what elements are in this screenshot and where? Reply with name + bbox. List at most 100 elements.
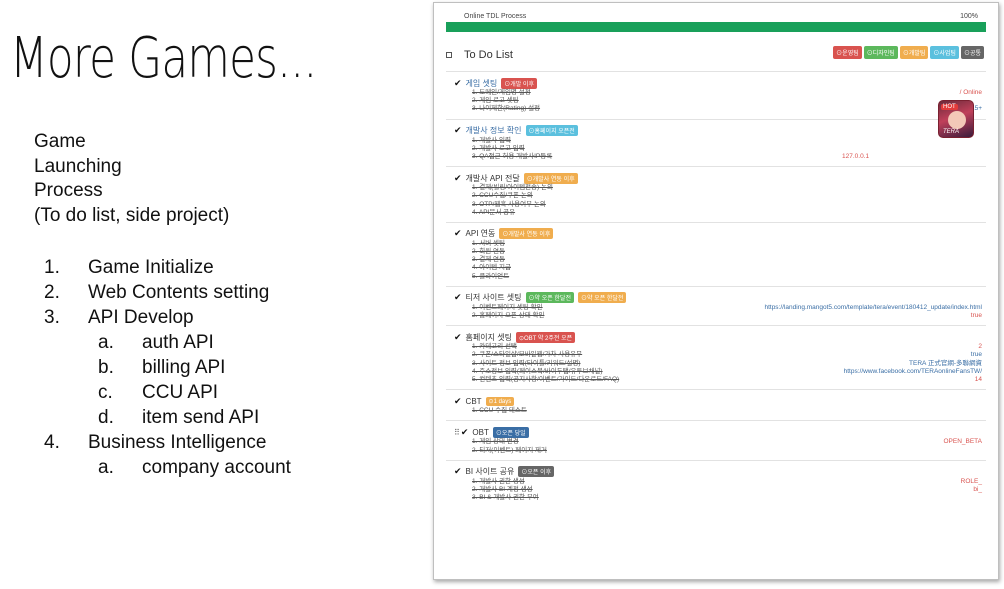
hot-badge: HOT xyxy=(941,104,958,110)
item-text: 1. 개발사 입력 xyxy=(472,136,511,144)
card-title: API 연동 xyxy=(465,229,496,239)
item-text: 2. 개발사 로고 입력 xyxy=(472,144,525,152)
todo-card: ✔ 홈페이지 셋팅 ⊙OBT 약 2주전 오픈 1. 카테고리 선택 2 2. 쿠폰/스타… xyxy=(446,325,986,389)
list-item: 4. 아이템 지급 xyxy=(472,264,978,272)
item-value: 127.0.0.1 xyxy=(842,152,870,160)
item-value: true xyxy=(970,351,982,359)
outline-number: 4. xyxy=(44,432,60,453)
outline-subnumber: d. xyxy=(98,407,114,428)
item-value: https://www.facebook.com/TERAonlineFansT… xyxy=(843,367,982,375)
card-items: 1. 게임 상태 변경 OPEN_BETA 2. 티저(이벤트) 페이지 제거 xyxy=(454,438,982,455)
card-items: 1. 개발사 권한 생성 ROLE_ 2. 개발사 BI 계정 생성 bi_ 3. BI… xyxy=(454,477,982,503)
legend-badge[interactable]: ⊙개발팀 xyxy=(899,46,929,59)
todo-card-list: ✔ 게임 셋팅 ⊙개발 이후 1. 도메인/게임명 설정 / Online 2. 게임 로… xyxy=(446,71,986,507)
legend-badge[interactable]: ⊙공통 xyxy=(960,46,984,59)
outline-subnumber: c. xyxy=(98,382,113,403)
card-tag: ⊙약 오픈 한달전 xyxy=(577,292,627,304)
item-value: TERA 正式官網-多聯網資 xyxy=(909,359,982,367)
outline-item: 4. Business Intelligence xyxy=(34,430,291,455)
todo-card: ✔ 개발사 API 전달 ⊙개발사 연동 이후 1. 결제(빌링/아이템전송) 논의 2… xyxy=(446,166,986,222)
card-title: 개발사 API 전달 xyxy=(465,173,520,183)
card-header: ✔ 게임 셋팅 ⊙개발 이후 xyxy=(454,77,978,89)
list-item: 5. 클라이언트 xyxy=(472,273,978,281)
outline-subtext: CCU API xyxy=(142,382,219,403)
outline-subitem: b. billing API xyxy=(34,355,291,380)
card-items: 1. CCU 수집 테스트 xyxy=(454,407,978,415)
list-item: 2. 회원 연동 xyxy=(472,248,978,256)
game-icon: HOT TERA xyxy=(938,100,974,138)
intro-line: Game xyxy=(34,131,86,152)
card-items: 1. 결제(빌링/아이템전송) 논의 2. CCU수집/쿠폰 논의 3. OTP/웹… xyxy=(454,184,978,217)
card-title: 티저 사이트 셋팅 xyxy=(465,293,522,303)
legend-badge[interactable]: ⊙운영팀 xyxy=(833,46,862,59)
outline-subtext: company account xyxy=(142,457,291,478)
outline-subnumber: a. xyxy=(98,332,114,353)
checkmark-icon[interactable]: ✔ xyxy=(454,173,462,184)
todo-card: ✔ 개발사 정보 확인 ⊙홈페이지 오픈전 1. 개발사 입력 2. 개발사 로고 입력… xyxy=(446,118,986,167)
item-text: 3. BI & 개발사 권한 부여 xyxy=(472,494,539,502)
card-header: ✔ BI 사이트 공유 ⊙오픈 이후 xyxy=(454,466,978,478)
item-text: 5. 클라이언트 xyxy=(472,272,510,280)
card-tag: ⊙1 days xyxy=(485,396,515,406)
item-text: 2. 쿠폰/스타일샵/모바일웹/가차 사용유무 xyxy=(472,351,583,359)
list-item: 4. 주소정보 입력(페이스북/바이두탭/유투브채널) https://www.f… xyxy=(472,368,982,376)
card-header: ✔ API 연동 ⊙개발사 연동 이후 xyxy=(454,228,978,240)
slide-title: More Games... xyxy=(10,26,317,91)
list-item: 2. 홈페이지 오픈 상태 확인 true xyxy=(472,312,982,320)
checkmark-icon[interactable]: ✔ xyxy=(454,396,462,407)
item-text: 2. 티저(이벤트) 페이지 제거 xyxy=(472,446,547,454)
intro-line: Launching xyxy=(34,155,122,177)
item-text: 2. 개발사 BI 계정 생성 xyxy=(472,485,533,493)
intro-line: Process xyxy=(34,180,103,201)
item-text: 1. 개발사 권한 생성 xyxy=(472,477,525,485)
item-text: 1. 도메인/게임명 설정 xyxy=(472,89,531,96)
outline-subitem: a. company account xyxy=(34,455,291,480)
todo-card: ✔ API 연동 ⊙개발사 연동 이후 1. 서버 셋팅 2. 회원 연동 3. 결제 연… xyxy=(446,221,986,286)
list-item: 4. API문서 공유 xyxy=(472,209,978,217)
todo-app-screenshot: Online TDL Process 100% To Do List ⊙운영팀 ⊙… xyxy=(433,2,999,580)
list-item: 1. 결제(빌링/아이템전송) 논의 xyxy=(472,184,978,192)
item-value: 14 xyxy=(974,375,982,383)
list-item: 2. CCU수집/쿠폰 논의 xyxy=(472,192,978,200)
todo-card: ⠿ ✔ OBT ⊙오픈 당일 1. 게임 상태 변경 OPEN_BETA 2. 티저(이벤트… xyxy=(446,420,986,459)
checkbox-icon[interactable] xyxy=(446,52,452,58)
checkmark-icon[interactable]: ✔ xyxy=(454,228,462,239)
legend-badge[interactable]: ⊙디자인팀 xyxy=(863,46,898,59)
item-text: 3. OTP/웹훅 사용여부 논의 xyxy=(472,200,546,208)
list-item: 1. 서버 셋팅 xyxy=(472,240,978,248)
card-tag: ⊙홈페이지 오픈전 xyxy=(525,125,578,137)
card-title: OBT xyxy=(472,427,489,437)
checkmark-icon[interactable]: ✔ xyxy=(461,427,469,438)
checkmark-icon[interactable]: ✔ xyxy=(454,292,462,303)
list-item: 1. 이벤트페이지 셋팅 확인 https://landing.mangot5.c… xyxy=(472,304,982,312)
card-tag: ⊙약 오픈 한달전 xyxy=(525,292,574,304)
item-text: 2. 홈페이지 오픈 상태 확인 xyxy=(472,312,545,319)
list-item: 3. 사이트 정보 입력(타이틀/키워드/설명) TERA 正式官網-多聯網資 xyxy=(472,360,982,368)
item-text: 3. QA접근 허용 개발사IP등록 xyxy=(472,152,553,160)
outline-item: 1. Game Initialize xyxy=(34,255,291,280)
checkmark-icon[interactable]: ✔ xyxy=(454,466,462,477)
card-items: 1. 이벤트페이지 셋팅 확인 https://landing.mangot5.c… xyxy=(454,304,982,320)
list-item: 1. 개발사 입력 xyxy=(472,137,978,145)
item-text: 1. 결제(빌링/아이템전송) 논의 xyxy=(472,184,553,192)
legend-badge[interactable]: ⊙사업팀 xyxy=(930,46,959,59)
outline-number: 1. xyxy=(44,257,60,278)
slide-intro: Game Launching Process (To do list, side pr… xyxy=(34,130,229,228)
progress-fill xyxy=(446,22,986,32)
game-icon-label: TERA xyxy=(943,129,960,135)
list-item: 3. BI & 개발사 권한 부여 xyxy=(472,494,978,502)
checkmark-icon[interactable]: ✔ xyxy=(454,125,462,136)
checkmark-icon[interactable]: ✔ xyxy=(454,332,462,343)
checkmark-icon[interactable]: ✔ xyxy=(454,78,462,89)
card-items: 1. 도메인/게임명 설정 / Online 2. 게임 로고 셋팅 3. 나이제한(… xyxy=(454,89,982,114)
list-item: 2. 티저(이벤트) 페이지 제거 xyxy=(472,447,978,455)
todo-card: ✔ CBT ⊙1 days 1. CCU 수집 테스트 xyxy=(446,389,986,420)
progress-label: Online TDL Process xyxy=(464,13,527,20)
item-text: 1. 카테고리 선택 xyxy=(472,343,517,351)
list-item: 1. 개발사 권한 생성 ROLE_ xyxy=(472,477,982,486)
list-item: 2. 개발사 로고 입력 xyxy=(472,145,978,153)
list-item: 5. 컨텐츠 입력(공지사항/이벤트/가이드/다운로드/FAQ) 14 xyxy=(472,376,982,384)
drag-handle-icon[interactable]: ⠿ xyxy=(454,428,460,437)
list-item: 2. 게임 로고 셋팅 xyxy=(472,97,978,105)
outline-text: Game Initialize xyxy=(88,257,214,278)
